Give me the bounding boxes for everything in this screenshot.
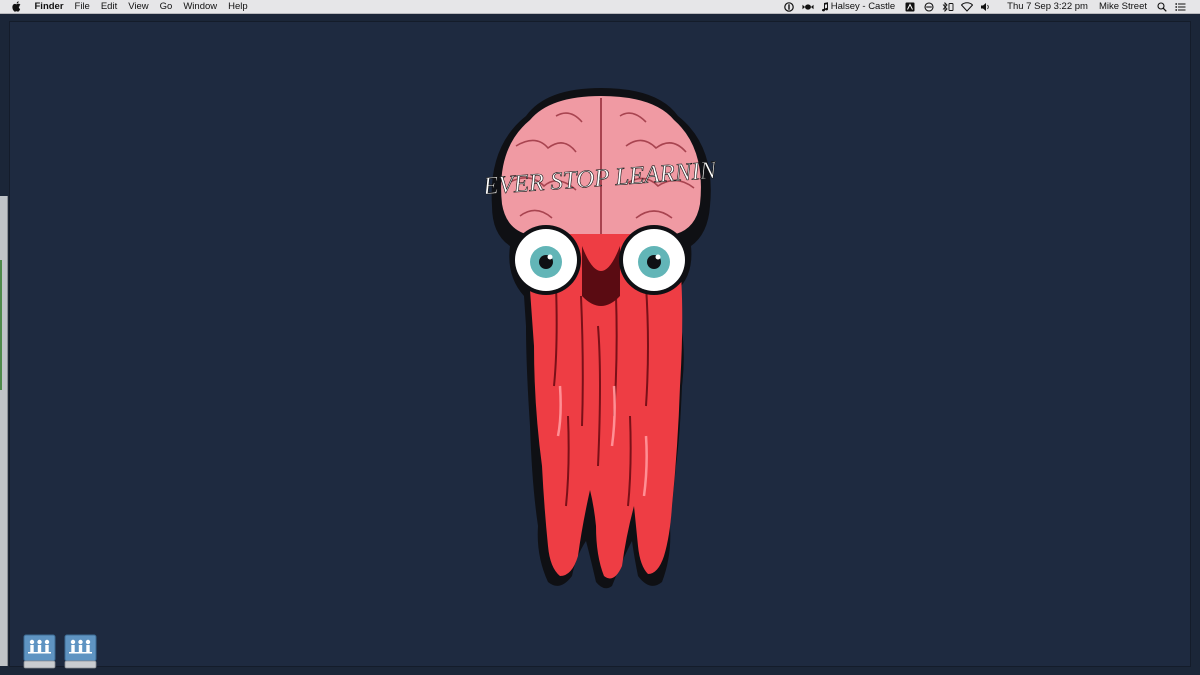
menu-bar: Finder File Edit View Go Window Help Hal… (0, 0, 1200, 14)
clock[interactable]: Thu 7 Sep 3:22 pm (995, 0, 1094, 14)
1password-icon[interactable] (783, 1, 795, 12)
volume-icon[interactable] (980, 2, 992, 12)
app-menu-finder[interactable]: Finder (29, 0, 69, 14)
adjacent-window-edge (0, 196, 8, 666)
user-name[interactable]: Mike Street (1094, 0, 1152, 14)
menu-window[interactable]: Window (178, 0, 223, 14)
menu-edit[interactable]: Edit (95, 0, 122, 14)
bluetooth-icon[interactable] (942, 1, 954, 12)
apple-icon[interactable] (12, 1, 22, 12)
notes-icon[interactable] (904, 2, 916, 12)
brain-slime-artwork: NEVER STOP LEARNING (486, 88, 716, 589)
notification-center-icon[interactable] (1175, 2, 1187, 12)
network-drive-icon[interactable] (64, 634, 97, 670)
block-icon[interactable] (923, 1, 935, 12)
wifi-icon[interactable] (960, 1, 973, 12)
music-note-icon[interactable] (821, 1, 829, 12)
window-edge-accent (0, 260, 2, 390)
menu-bar-right: Halsey - Castle Thu 7 Sep 3:22 pm Mike S… (779, 0, 1200, 14)
menu-bar-left: Finder File Edit View Go Window Help (0, 0, 253, 14)
menu-go[interactable]: Go (154, 0, 178, 14)
spotlight-icon[interactable] (1156, 1, 1168, 12)
menu-help[interactable]: Help (223, 0, 254, 14)
candy-icon[interactable] (802, 2, 814, 12)
now-playing-label[interactable]: Halsey - Castle (830, 0, 900, 14)
network-drive-icon[interactable] (23, 634, 56, 670)
menu-file[interactable]: File (69, 0, 95, 14)
menu-view[interactable]: View (123, 0, 154, 14)
